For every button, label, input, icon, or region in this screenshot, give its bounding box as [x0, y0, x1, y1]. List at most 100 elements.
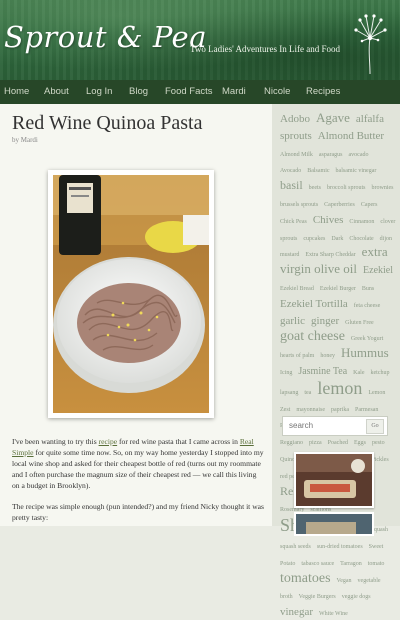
tag-link[interactable]: goat cheese — [280, 329, 345, 345]
tag-link[interactable]: brussels sprouts — [280, 202, 318, 208]
nav-nicole[interactable]: Nicole — [264, 86, 290, 97]
tag-link[interactable]: squash — [372, 527, 388, 533]
tag-link[interactable]: beets — [309, 185, 321, 191]
recipe-link[interactable]: recipe — [99, 437, 118, 446]
tag-link[interactable]: Zest — [280, 407, 290, 413]
tag-link[interactable]: Vegan — [337, 578, 352, 584]
tag-link[interactable]: Gluten Free — [345, 320, 374, 326]
tag-link[interactable]: Buns — [362, 286, 374, 292]
nav-home[interactable]: Home — [4, 86, 29, 97]
tag-link[interactable]: tea — [304, 390, 311, 396]
tag-link[interactable]: Greek Yogurt — [351, 336, 383, 342]
tag-link[interactable]: ketchup — [370, 370, 389, 376]
tag-link[interactable]: Tarragon — [340, 561, 362, 567]
site-title[interactable]: Sprout & Pea — [4, 20, 207, 54]
paragraph-text: for red wine pasta that I came across in — [117, 437, 240, 446]
tag-link[interactable]: avocado — [349, 152, 369, 158]
tag-link[interactable]: tomato — [368, 561, 385, 567]
food-thumbnail-image — [296, 514, 372, 534]
nav-food-facts[interactable]: Food Facts — [165, 86, 213, 97]
pasta-photo[interactable] — [53, 175, 209, 413]
tag-cloud: Adobo Agave alfalfa sprouts Almond Butte… — [280, 110, 396, 620]
tag-link[interactable]: Ezekiel Tortilla — [280, 298, 348, 310]
tag-link[interactable]: balsamic vinegar — [336, 168, 377, 174]
tag-link[interactable]: broth — [280, 594, 293, 600]
tag-link[interactable]: pizza — [309, 440, 322, 446]
tag-link[interactable]: paprika — [331, 407, 349, 413]
tag-link[interactable]: Chocolate — [349, 236, 373, 242]
main-nav: Home About Log In Blog Food Facts Mardi … — [0, 80, 400, 104]
tag-link[interactable]: Adobo — [280, 113, 310, 125]
tag-link[interactable]: hearts of palm — [280, 353, 314, 359]
tag-link[interactable]: Avocado — [280, 168, 301, 174]
tag-link[interactable]: Dark — [331, 236, 343, 242]
tag-link[interactable]: Hummus — [341, 345, 389, 360]
tag-link[interactable]: tomatoes — [280, 571, 331, 586]
tag-link[interactable]: mayonnaise — [296, 407, 325, 413]
tag-link[interactable]: lapsang — [280, 390, 298, 396]
tag-link[interactable]: ginger — [311, 315, 339, 327]
tag-link[interactable]: squash seeds — [280, 544, 311, 550]
tag-link[interactable]: Kale — [353, 370, 364, 376]
tag-link[interactable]: veggie dogs — [342, 594, 371, 600]
tag-link[interactable]: Lemon — [368, 390, 385, 396]
nav-about[interactable]: About — [44, 86, 69, 97]
post-photo-frame — [48, 170, 214, 418]
nav-login[interactable]: Log In — [86, 86, 112, 97]
tag-link[interactable]: Almond Butter — [318, 130, 384, 142]
dandelion-logo-icon — [354, 14, 387, 75]
tag-link[interactable]: Cinnamon — [349, 219, 374, 225]
tag-link[interactable]: vegetable — [358, 578, 381, 584]
tag-link[interactable]: Ezekiel Bread — [280, 286, 314, 292]
tag-link[interactable]: Capers — [361, 202, 378, 208]
sidebar-thumbnail[interactable] — [294, 452, 374, 508]
tag-link[interactable]: tabasco sauce — [301, 561, 334, 567]
tag-link[interactable]: lemon — [317, 378, 362, 398]
tag-link[interactable]: honey — [320, 353, 335, 359]
tag-link[interactable]: sprouts — [280, 130, 312, 142]
search-button[interactable]: Go — [366, 419, 384, 434]
sidebar-thumbnail[interactable] — [294, 512, 374, 536]
tag-link[interactable]: Veggie Burgers — [299, 594, 336, 600]
tag-link[interactable]: Poached — [328, 440, 348, 446]
tag-link[interactable]: pesto — [372, 440, 385, 446]
site-tagline: Two Ladies' Adventures In Life and Food — [190, 44, 340, 54]
sidebar: Adobo Agave alfalfa sprouts Almond Butte… — [272, 104, 400, 618]
tag-link[interactable]: garlic — [280, 315, 305, 327]
tag-link[interactable]: vinegar — [280, 606, 313, 618]
post-paragraph: The recipe was simple enough (pun intend… — [12, 502, 265, 522]
tag-link[interactable]: Ezekiel Burger — [320, 286, 356, 292]
main-content: Red Wine Quinoa Pasta by Mardi I've been… — [0, 104, 272, 526]
tag-link[interactable]: basil — [280, 178, 303, 192]
tag-link[interactable]: Balsamic — [307, 168, 329, 174]
tag-link[interactable]: Parmesan — [355, 407, 378, 413]
nav-mardi[interactable]: Mardi — [222, 86, 246, 97]
tag-link[interactable]: brownies — [372, 185, 394, 191]
tag-link[interactable]: Reggiano — [280, 440, 303, 446]
tag-link[interactable]: Agave — [316, 110, 350, 125]
tag-link[interactable]: White Wine — [319, 611, 348, 617]
tag-link[interactable]: sun-dried tomatoes — [317, 544, 363, 550]
tag-link[interactable]: alfalfa — [356, 113, 384, 125]
tag-link[interactable]: Icing — [280, 370, 292, 376]
tag-link[interactable]: Chives — [313, 214, 344, 226]
tag-link[interactable]: Caperberries — [324, 202, 355, 208]
pasta-photo-illustration — [53, 175, 209, 413]
tag-link[interactable]: Chick Peas — [280, 219, 307, 225]
paragraph-text: I've been wanting to try this — [12, 437, 99, 446]
tag-link[interactable]: Ezekiel — [363, 265, 393, 276]
nav-recipes[interactable]: Recipes — [306, 86, 340, 97]
tag-link[interactable]: Extra Sharp Cheddar — [305, 252, 355, 258]
nav-blog[interactable]: Blog — [129, 86, 148, 97]
site-header: Sprout & Pea Two Ladies' Adventures In L… — [0, 0, 400, 80]
post-title[interactable]: Red Wine Quinoa Pasta — [12, 112, 202, 135]
tag-link[interactable]: feta cheese — [354, 303, 380, 309]
tag-link[interactable]: Jasmine Tea — [298, 366, 347, 377]
tag-link[interactable]: Almond Milk — [280, 152, 313, 158]
search-input[interactable] — [287, 420, 365, 431]
tag-link[interactable]: Eggs — [354, 440, 366, 446]
tag-link[interactable]: asparagus — [319, 152, 343, 158]
food-thumbnail-image — [296, 454, 372, 506]
tag-link[interactable]: broccoli sprouts — [327, 185, 366, 191]
tag-link[interactable]: cupcakes — [303, 236, 325, 242]
